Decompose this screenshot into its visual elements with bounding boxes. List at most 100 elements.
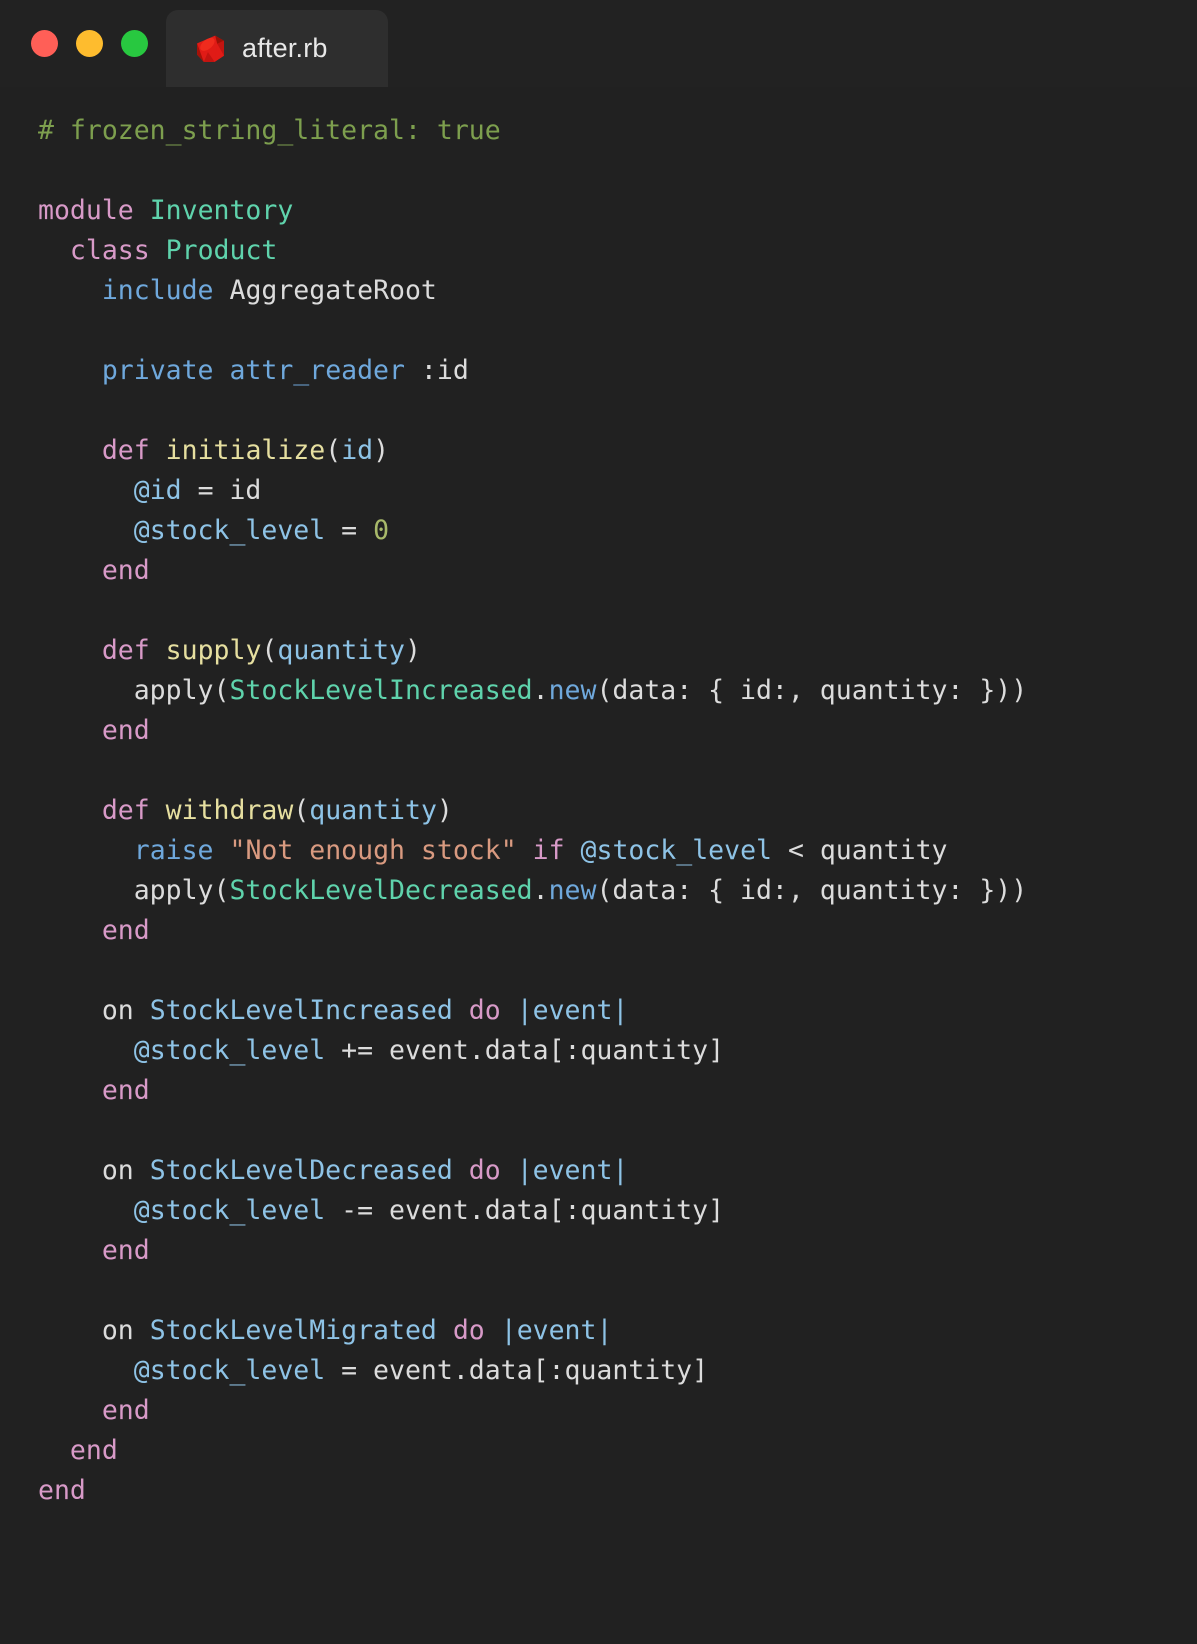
code-line: apply(StockLevelIncreased.new(data: { id… <box>38 671 1197 711</box>
code-token-keyword: def <box>101 795 150 826</box>
code-token-keyword: module <box>38 195 134 226</box>
code-token-plain: < quantity <box>771 835 948 866</box>
code-token-keyword: end <box>69 1435 118 1466</box>
code-line: apply(StockLevelDecreased.new(data: { id… <box>38 871 1197 911</box>
code-token-func: withdraw <box>165 795 294 826</box>
code-token-plain: on <box>38 1155 150 1186</box>
code-line: @stock_level += event.data[:quantity] <box>38 1031 1197 1071</box>
tab-after-rb[interactable]: after.rb <box>166 10 388 87</box>
code-token-ivar: @stock_level <box>133 1355 326 1386</box>
code-editor-pane[interactable]: # frozen_string_literal: true module Inv… <box>0 87 1197 1644</box>
code-token-plain: ) <box>373 435 390 466</box>
code-token-method: raise <box>133 835 214 866</box>
code-line: include AggregateRoot <box>38 271 1197 311</box>
code-line: raise "Not enough stock" if @stock_level… <box>38 831 1197 871</box>
close-window-button[interactable] <box>31 30 58 57</box>
code-line: @stock_level = event.data[:quantity] <box>38 1351 1197 1391</box>
code-line: on StockLevelMigrated do |event| <box>38 1311 1197 1351</box>
code-token-method: include <box>101 275 214 306</box>
code-token-plain: on <box>38 1315 150 1346</box>
code-token-ivar: @stock_level <box>133 1035 326 1066</box>
code-token-plain: ( <box>293 795 310 826</box>
code-token-plain: (data: { id:, quantity: })) <box>596 675 1028 706</box>
code-line: end <box>38 1231 1197 1271</box>
code-line: def initialize(id) <box>38 431 1197 471</box>
code-line: def supply(quantity) <box>38 631 1197 671</box>
code-line: end <box>38 1471 1197 1511</box>
code-token-param: id <box>341 435 374 466</box>
source-code[interactable]: # frozen_string_literal: true module Inv… <box>0 111 1197 1511</box>
code-line: on StockLevelDecreased do |event| <box>38 1151 1197 1191</box>
code-token-const: Inventory <box>149 195 294 226</box>
code-token-number: 0 <box>373 515 390 546</box>
code-token-param: |event| <box>500 1315 613 1346</box>
code-line: @id = id <box>38 471 1197 511</box>
code-line: private attr_reader :id <box>38 351 1197 391</box>
ruby-gem-icon <box>194 32 227 65</box>
code-token-plain: = id <box>181 475 262 506</box>
code-token-plain: ( <box>261 635 278 666</box>
code-token-plain: apply( <box>38 875 230 906</box>
code-token-param: |event| <box>516 995 629 1026</box>
code-token-plain: ) <box>436 795 453 826</box>
code-line: @stock_level = 0 <box>38 511 1197 551</box>
code-token-keyword: end <box>101 555 150 586</box>
code-token-plain: -= event.data[:quantity] <box>325 1195 725 1226</box>
code-line: end <box>38 711 1197 751</box>
code-token-keyword: class <box>69 235 150 266</box>
code-line: end <box>38 1431 1197 1471</box>
code-token-constb: StockLevelMigrated <box>149 1315 437 1346</box>
code-line: @stock_level -= event.data[:quantity] <box>38 1191 1197 1231</box>
code-token-string: "Not enough stock" <box>229 835 517 866</box>
code-token-const: StockLevelIncreased <box>229 675 533 706</box>
code-token-keyword: end <box>101 715 150 746</box>
code-line: end <box>38 1391 1197 1431</box>
code-token-constb: StockLevelIncreased <box>149 995 453 1026</box>
code-line: end <box>38 551 1197 591</box>
code-token-keyword: def <box>101 635 150 666</box>
code-line: end <box>38 911 1197 951</box>
code-token-keyword: do <box>468 995 501 1026</box>
code-token-plain: AggregateRoot <box>229 275 437 306</box>
code-token-ivar: @stock_level <box>133 1195 326 1226</box>
code-line: def withdraw(quantity) <box>38 791 1197 831</box>
code-token-plain: :id <box>404 355 469 386</box>
maximize-window-button[interactable] <box>121 30 148 57</box>
code-token-keyword: end <box>101 1075 150 1106</box>
code-token-method: new <box>548 875 597 906</box>
code-token-const: StockLevelDecreased <box>229 875 533 906</box>
minimize-window-button[interactable] <box>76 30 103 57</box>
